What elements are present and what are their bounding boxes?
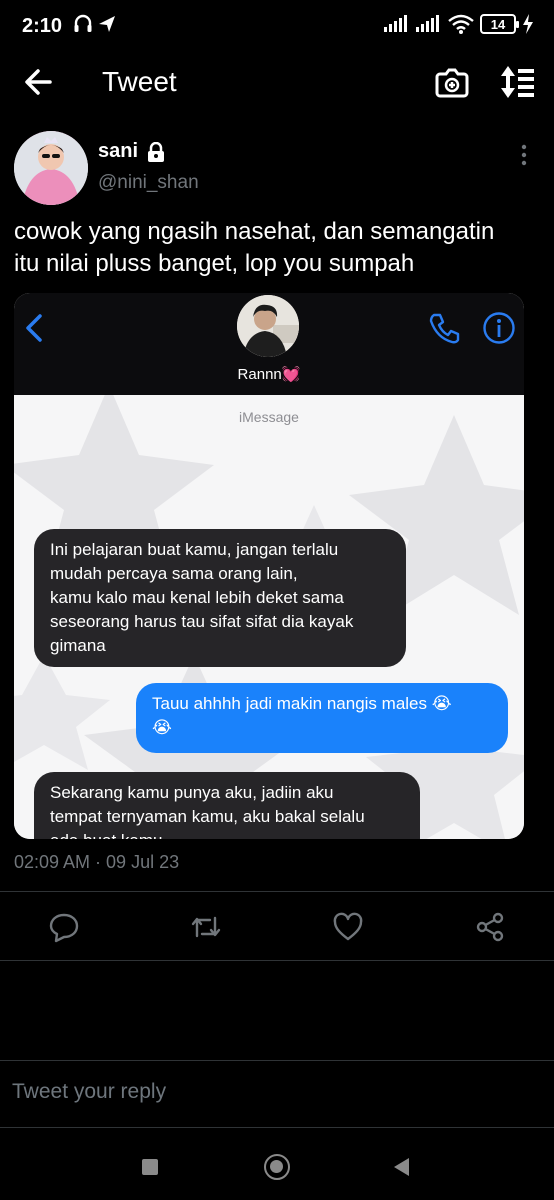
- battery-level: 14: [490, 16, 506, 32]
- status-bar: 2:10 14: [0, 0, 554, 52]
- reply-icon[interactable]: [48, 911, 80, 943]
- home-button[interactable]: [264, 1154, 290, 1180]
- sort-icon[interactable]: [498, 62, 538, 102]
- contact-avatar-image: [237, 295, 299, 357]
- contact-avatar: [237, 295, 299, 357]
- wifi-icon: [448, 14, 474, 34]
- tweet-timestamp: 02:09 AM · 09 Jul 23: [14, 852, 180, 872]
- share-icon[interactable]: [474, 911, 506, 943]
- user-handle[interactable]: @nini_shan: [98, 172, 199, 194]
- navigation-arrow-icon: [99, 16, 115, 32]
- page-title: Tweet: [102, 66, 177, 97]
- system-back-button[interactable]: [394, 1158, 409, 1176]
- chat-body: iMessage Ini pelajaran buat kamu, jangan…: [14, 395, 524, 839]
- tweet-actions: [0, 905, 554, 949]
- divider: [0, 960, 554, 961]
- contact-name: Rannn💓: [237, 366, 301, 383]
- divider: [0, 1127, 554, 1128]
- message-bubble-incoming: Ini pelajaran buat kamu, jangan terlalu …: [34, 529, 406, 667]
- tweet-media-image[interactable]: Rannn💓 iMessage Ini pelajaran buat kamu,…: [14, 293, 524, 839]
- avatar-image: [14, 131, 88, 205]
- display-name[interactable]: sani: [98, 140, 166, 163]
- camera-add-icon[interactable]: [432, 62, 472, 102]
- signal-icon: [384, 15, 407, 32]
- display-name-text: sani: [98, 140, 139, 162]
- status-time: 2:10: [22, 15, 63, 37]
- retweet-icon[interactable]: [190, 911, 222, 943]
- message-bubble-outgoing: Tauu ahhhh jadi makin nangis males 😭 😭: [136, 683, 508, 753]
- message-bubble-incoming: Sekarang kamu punya aku, jadiin aku temp…: [34, 772, 420, 839]
- app-bar: Tweet: [0, 52, 554, 112]
- back-arrow-icon[interactable]: [20, 64, 60, 100]
- divider: [0, 1060, 554, 1061]
- phone-icon: [429, 313, 460, 344]
- info-icon: [483, 312, 515, 344]
- more-options-icon[interactable]: [514, 142, 534, 170]
- avatar[interactable]: [14, 131, 88, 205]
- signal-icon: [416, 15, 439, 32]
- battery-icon: 14: [480, 14, 519, 34]
- chevron-left-icon: [26, 314, 42, 342]
- charging-icon: [523, 14, 533, 34]
- headset-icon: [74, 14, 92, 32]
- service-label: iMessage: [239, 409, 299, 425]
- divider: [0, 891, 554, 892]
- reply-input[interactable]: Tweet your reply: [12, 1080, 166, 1104]
- lock-icon: [148, 141, 165, 162]
- tweet-text: cowok yang ngasih nasehat, dan semangati…: [14, 218, 495, 277]
- system-nav-bar: [0, 1140, 554, 1200]
- like-icon[interactable]: [332, 911, 364, 943]
- chat-header: Rannn💓: [14, 293, 524, 395]
- recents-button[interactable]: [142, 1159, 158, 1175]
